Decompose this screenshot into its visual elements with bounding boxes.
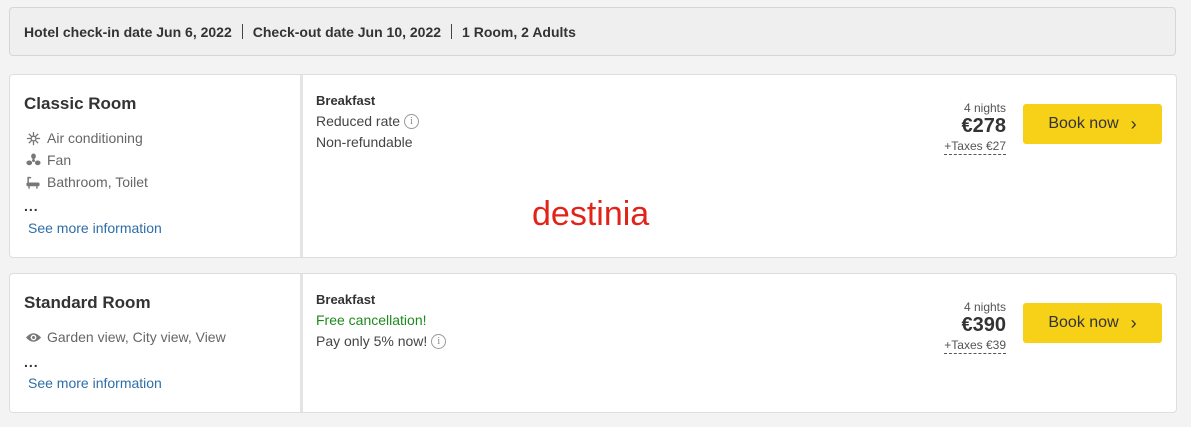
eye-icon bbox=[24, 329, 42, 345]
more-ellipsis: ... bbox=[24, 198, 39, 214]
amenity-label: Garden view, City view, View bbox=[47, 329, 226, 345]
book-now-button[interactable]: Book now › bbox=[1023, 303, 1162, 343]
more-ellipsis: ... bbox=[24, 354, 39, 370]
divider bbox=[241, 24, 243, 39]
divider bbox=[451, 24, 453, 39]
rate-type: Reduced rate bbox=[316, 113, 401, 129]
amenity-item: Air conditioning bbox=[24, 130, 143, 146]
search-summary-bar: Hotel check-in date Jun 6, 2022 Check-ou… bbox=[9, 7, 1176, 56]
checkin-date: Hotel check-in date Jun 6, 2022 bbox=[24, 23, 232, 40]
pay-now-text: Pay only 5% now! bbox=[316, 333, 428, 349]
price-amount: €278 bbox=[961, 115, 1007, 137]
taxes-amount[interactable]: +Taxes €39 bbox=[944, 338, 1006, 354]
info-icon[interactable]: i bbox=[404, 113, 420, 129]
snowflake-icon bbox=[24, 130, 42, 146]
book-now-button[interactable]: Book now › bbox=[1023, 104, 1162, 144]
board-type: Breakfast bbox=[316, 292, 376, 307]
chevron-right-icon: › bbox=[1130, 113, 1137, 134]
taxes-amount[interactable]: +Taxes €27 bbox=[944, 139, 1006, 155]
amenity-label: Air conditioning bbox=[47, 130, 143, 146]
price-block: 4 nights €390 +Taxes €39 bbox=[944, 300, 1006, 354]
refund-policy: Non-refundable bbox=[316, 134, 413, 150]
room-title: Classic Room bbox=[24, 94, 137, 113]
see-more-information-link[interactable]: See more information bbox=[28, 220, 162, 236]
info-icon[interactable]: i bbox=[431, 333, 447, 349]
occupancy: 1 Room, 2 Adults bbox=[462, 23, 576, 40]
nights-count: 4 nights bbox=[963, 101, 1006, 115]
chevron-right-icon: › bbox=[1130, 312, 1137, 333]
price-block: 4 nights €278 +Taxes €27 bbox=[944, 101, 1006, 155]
see-more-information-link[interactable]: See more information bbox=[28, 375, 162, 391]
book-now-label: Book now bbox=[1048, 314, 1119, 331]
payment-line: Pay only 5% now! i bbox=[316, 333, 447, 349]
rate-details: Breakfast Free cancellation! Pay only 5%… bbox=[316, 292, 447, 349]
rate-details: Breakfast Reduced rate i Non-refundable bbox=[316, 93, 420, 150]
amenity-label: Bathroom, Toilet bbox=[47, 174, 148, 190]
free-cancellation-text: Free cancellation! bbox=[316, 312, 427, 328]
nights-count: 4 nights bbox=[963, 300, 1006, 314]
amenity-item: Fan bbox=[24, 152, 71, 168]
destinia-watermark: destinia bbox=[532, 195, 650, 233]
room-info-panel: Standard Room Garden view, City view, Vi… bbox=[10, 274, 303, 412]
amenity-item: Garden view, City view, View bbox=[24, 329, 226, 345]
bathtub-icon bbox=[24, 174, 42, 190]
room-card-standard: Standard Room Garden view, City view, Vi… bbox=[9, 273, 1177, 413]
amenity-item: Bathroom, Toilet bbox=[24, 174, 148, 190]
fan-icon bbox=[24, 152, 42, 168]
rate-line: Reduced rate i bbox=[316, 113, 420, 129]
checkout-date: Check-out date Jun 10, 2022 bbox=[252, 23, 442, 40]
price-amount: €390 bbox=[961, 314, 1007, 336]
board-type: Breakfast bbox=[316, 93, 376, 108]
amenity-label: Fan bbox=[47, 152, 72, 168]
room-info-panel: Classic Room Air conditioning Fan Bathro… bbox=[10, 75, 303, 257]
room-title: Standard Room bbox=[24, 293, 151, 312]
book-now-label: Book now bbox=[1048, 115, 1119, 132]
